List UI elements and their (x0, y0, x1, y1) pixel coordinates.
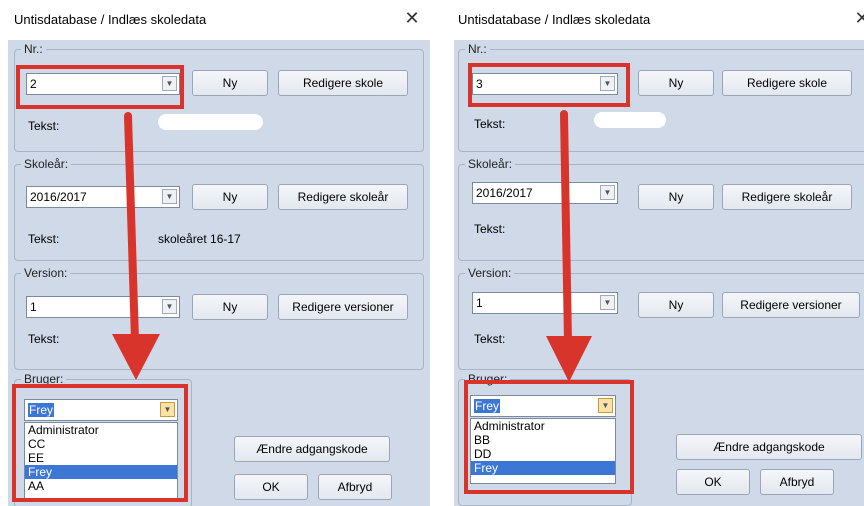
right-version-text-label: Tekst: (474, 332, 506, 346)
left-user-highlight-box (12, 384, 188, 502)
right-ok-button[interactable]: OK (676, 469, 750, 495)
right-edit-versions-button[interactable]: Redigere versioner (722, 292, 860, 318)
right-nr-legend: Nr.: (468, 42, 487, 56)
right-year-text-label: Tekst: (474, 222, 506, 236)
right-cancel-button[interactable]: Afbryd (760, 469, 834, 495)
left-nr-highlight-box (16, 65, 184, 109)
left-redacted-text (158, 114, 263, 130)
chevron-down-icon[interactable]: ▼ (600, 185, 615, 200)
right-user-highlight-box (464, 380, 634, 494)
left-dialog-title: Untisdatabase / Indlæs skoledata (14, 12, 207, 27)
left-version-text-label: Tekst: (28, 332, 60, 346)
left-edit-school-button[interactable]: Redigere skole (278, 70, 408, 96)
left-version-new-button[interactable]: Ny (192, 294, 268, 320)
chevron-down-icon[interactable]: ▼ (600, 295, 615, 310)
left-ok-button[interactable]: OK (234, 474, 308, 500)
right-close-icon[interactable]: ✕ (852, 8, 864, 28)
left-red-arrow-icon (112, 112, 160, 380)
right-titlebar: Untisdatabase / Indlæs skoledata ✕ (452, 0, 864, 40)
left-year-new-button[interactable]: Ny (192, 184, 268, 210)
chevron-down-icon[interactable]: ▼ (162, 189, 177, 204)
right-dialog-title: Untisdatabase / Indlæs skoledata (458, 12, 651, 27)
right-edit-year-button[interactable]: Redigere skoleår (722, 184, 852, 210)
left-year-value: 2016/2017 (30, 190, 87, 204)
left-version-legend: Version: (24, 266, 68, 280)
right-nr-highlight-box (468, 63, 630, 107)
right-edit-school-button[interactable]: Redigere skole (722, 70, 852, 96)
left-nr-new-button[interactable]: Ny (192, 70, 268, 96)
right-change-password-button[interactable]: Ændre adgangskode (676, 434, 862, 460)
left-version-value: 1 (30, 300, 37, 314)
right-version-group: Version: (458, 266, 864, 370)
left-year-text-value: skoleåret 16-17 (158, 232, 241, 246)
right-red-arrow-icon (546, 110, 592, 382)
right-year-legend: Skoleår: (468, 157, 513, 171)
right-version-legend: Version: (468, 266, 512, 280)
right-nr-text-label: Tekst: (474, 117, 506, 131)
left-close-icon[interactable]: ✕ (402, 8, 422, 28)
left-year-legend: Skoleår: (24, 157, 69, 171)
left-year-text-label: Tekst: (28, 232, 60, 246)
left-titlebar: Untisdatabase / Indlæs skoledata ✕ (0, 0, 432, 40)
left-edit-versions-button[interactable]: Redigere versioner (278, 294, 408, 320)
left-edit-year-button[interactable]: Redigere skoleår (278, 184, 408, 210)
left-nr-text-label: Tekst: (28, 119, 60, 133)
left-dialog: Untisdatabase / Indlæs skoledata ✕ Nr.: … (0, 0, 432, 506)
right-year-new-button[interactable]: Ny (638, 184, 714, 210)
left-nr-legend: Nr.: (24, 42, 43, 56)
left-change-password-button[interactable]: Ændre adgangskode (234, 436, 390, 462)
left-cancel-button[interactable]: Afbryd (318, 474, 392, 500)
right-nr-new-button[interactable]: Ny (638, 70, 714, 96)
right-dialog: Untisdatabase / Indlæs skoledata ✕ Nr.: … (452, 0, 864, 506)
chevron-down-icon[interactable]: ▼ (162, 299, 177, 314)
right-redacted-text (594, 112, 666, 128)
right-version-value: 1 (476, 296, 483, 310)
right-version-new-button[interactable]: Ny (638, 292, 714, 318)
right-year-value: 2016/2017 (476, 186, 533, 200)
